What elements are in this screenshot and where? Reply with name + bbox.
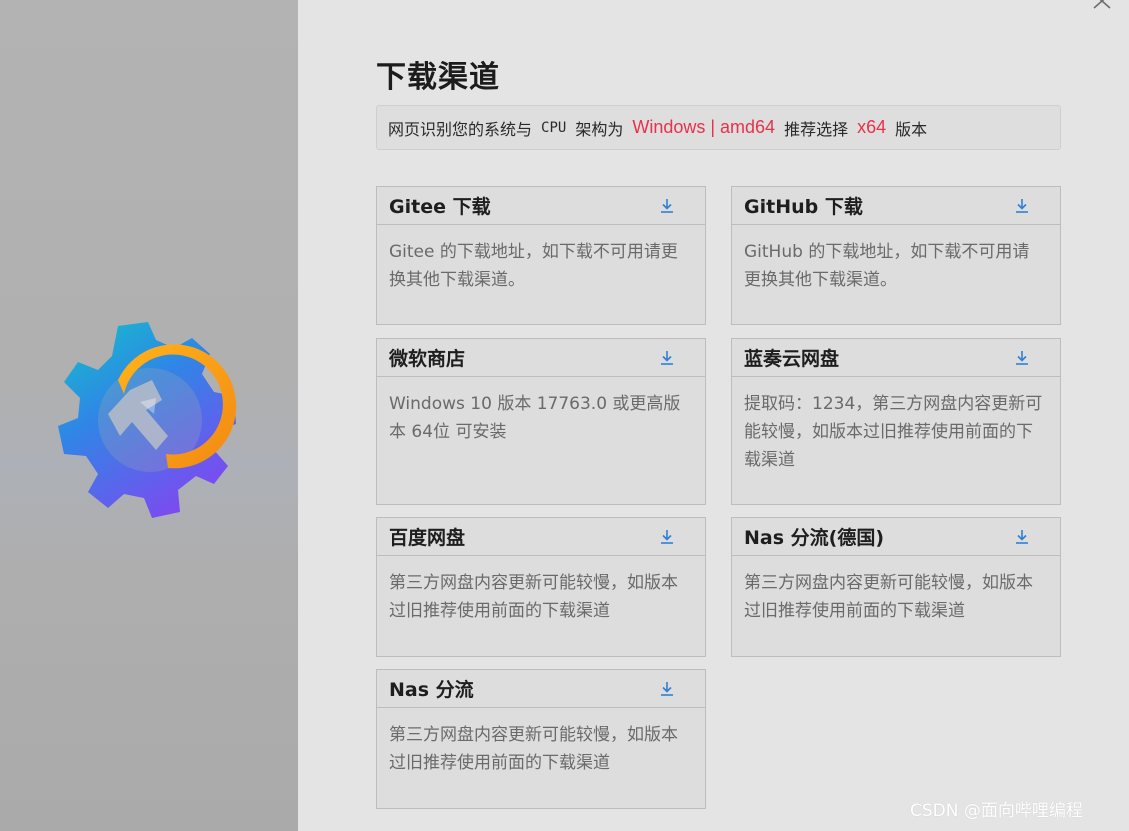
download-icon[interactable] [659,528,675,546]
card-title: 微软商店 [389,348,466,370]
card-description: 提取码：1234，第三方网盘内容更新可能较慢，如版本过旧推荐使用前面的下载渠道 [744,394,1043,470]
info-prefix: 网页识别您的系统与 [388,119,533,139]
card-description: GitHub 的下载地址，如下载不可用请更换其他下载渠道。 [744,242,1030,290]
card-description: Windows 10 版本 17763.0 或更高版本 64位 可安装 [389,394,681,442]
download-icon[interactable] [659,680,675,698]
info-arch-highlight: x64 [857,117,887,137]
card-title: 百度网盘 [389,527,466,549]
download-card-gitee: Gitee 下载 Gitee 的下载地址，如下载不可用请更换其他下载渠道。 [376,186,706,325]
card-title: Nas 分流(德国) [744,527,885,549]
card-title: Gitee 下载 [389,196,491,218]
system-info-bar: 网页识别您的系统与 CPU 架构为 Windows | amd64 推荐选择 x… [376,105,1061,150]
download-card-microsoft-store: 微软商店 Windows 10 版本 17763.0 或更高版本 64位 可安装 [376,338,706,505]
info-system-highlight: Windows | amd64 [632,117,776,137]
download-card-github: GitHub 下载 GitHub 的下载地址，如下载不可用请更换其他下载渠道。 [731,186,1061,325]
card-header: Nas 分流(德国) [732,518,1060,556]
card-title: Nas 分流 [389,679,474,701]
card-header: 蓝奏云网盘 [732,339,1060,377]
info-suffix: 版本 [895,119,928,139]
card-header: Gitee 下载 [377,187,705,225]
info-cpu: CPU [541,119,567,136]
download-card-lanzou: 蓝奏云网盘 提取码：1234，第三方网盘内容更新可能较慢，如版本过旧推荐使用前面… [731,338,1061,505]
card-title: 蓝奏云网盘 [744,348,840,370]
card-description: 第三方网盘内容更新可能较慢，如版本过旧推荐使用前面的下载渠道 [744,573,1033,621]
card-header: 微软商店 [377,339,705,377]
card-title: GitHub 下载 [744,196,863,218]
download-icon[interactable] [1014,197,1030,215]
info-recommend: 推荐选择 [784,119,849,139]
sidebar-panel [0,0,298,831]
download-card-nas: Nas 分流 第三方网盘内容更新可能较慢，如版本过旧推荐使用前面的下载渠道 [376,669,706,809]
card-header: 百度网盘 [377,518,705,556]
download-icon[interactable] [1014,528,1030,546]
download-card-nas-germany: Nas 分流(德国) 第三方网盘内容更新可能较慢，如版本过旧推荐使用前面的下载渠… [731,517,1061,657]
download-card-baidu: 百度网盘 第三方网盘内容更新可能较慢，如版本过旧推荐使用前面的下载渠道 [376,517,706,657]
card-description: 第三方网盘内容更新可能较慢，如版本过旧推荐使用前面的下载渠道 [389,573,678,621]
info-mid: 架构为 [575,119,624,139]
page-title: 下载渠道 [376,60,500,95]
download-icon[interactable] [1014,349,1030,367]
csdn-watermark: CSDN @面向哔哩编程 [910,801,1083,821]
download-icon[interactable] [659,349,675,367]
close-icon[interactable] [1091,0,1113,12]
download-icon[interactable] [659,197,675,215]
card-header: GitHub 下载 [732,187,1060,225]
card-description: Gitee 的下载地址，如下载不可用请更换其他下载渠道。 [389,242,678,290]
gear-wrench-logo-icon [58,322,237,518]
card-header: Nas 分流 [377,670,705,708]
card-description: 第三方网盘内容更新可能较慢，如版本过旧推荐使用前面的下载渠道 [389,725,678,773]
